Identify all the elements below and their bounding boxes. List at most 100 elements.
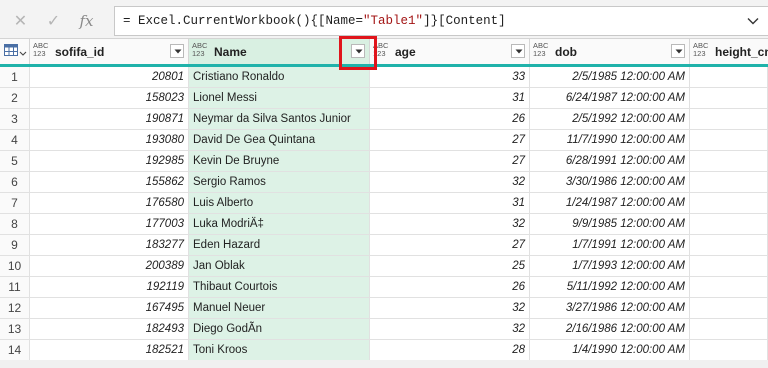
cell-name[interactable]: Lionel Messi [189, 88, 370, 109]
row-number[interactable]: 4 [0, 130, 30, 151]
cell-dob[interactable]: 9/9/1985 12:00:00 AM [530, 214, 690, 235]
cell-age[interactable]: 32 [370, 214, 530, 235]
cell-name[interactable]: Thibaut Courtois [189, 277, 370, 298]
table-row[interactable]: 6 155862 Sergio Ramos 32 3/30/1986 12:00:00 … [0, 172, 768, 193]
cell-name[interactable]: Jan Oblak [189, 256, 370, 277]
table-row[interactable]: 12 167495 Manuel Neuer 32 3/27/1986 12:00:00… [0, 298, 768, 319]
column-header-height-cm[interactable]: ABC123 height_cm [690, 39, 768, 64]
cell-name[interactable]: Neymar da Silva Santos Junior [189, 109, 370, 130]
table-row[interactable]: 9 183277 Eden Hazard 27 1/7/1991 12:00:00 AM [0, 235, 768, 256]
table-row[interactable]: 5 192985 Kevin De Bruyne 27 6/28/1991 12:00:… [0, 151, 768, 172]
cell-dob[interactable]: 2/5/1985 12:00:00 AM [530, 67, 690, 88]
table-menu-button[interactable] [0, 39, 30, 64]
cell-height-cm[interactable] [690, 88, 768, 109]
row-number[interactable]: 8 [0, 214, 30, 235]
cell-age[interactable]: 26 [370, 277, 530, 298]
cell-height-cm[interactable] [690, 67, 768, 88]
cell-age[interactable]: 27 [370, 130, 530, 151]
cell-age[interactable]: 27 [370, 235, 530, 256]
cell-height-cm[interactable] [690, 256, 768, 277]
cell-sofifa-id[interactable]: 192119 [30, 277, 189, 298]
formula-text[interactable]: = Excel.CurrentWorkbook(){[Name="Table1"… [123, 14, 506, 28]
row-number[interactable]: 10 [0, 256, 30, 277]
cell-sofifa-id[interactable]: 155862 [30, 172, 189, 193]
row-number[interactable]: 9 [0, 235, 30, 256]
cell-height-cm[interactable] [690, 319, 768, 340]
cell-sofifa-id[interactable]: 192985 [30, 151, 189, 172]
cell-height-cm[interactable] [690, 130, 768, 151]
cell-dob[interactable]: 2/5/1992 12:00:00 AM [530, 109, 690, 130]
cell-sofifa-id[interactable]: 158023 [30, 88, 189, 109]
filter-dropdown-button[interactable] [671, 44, 685, 58]
fx-icon[interactable]: fx [70, 12, 103, 30]
cell-name[interactable]: Manuel Neuer [189, 298, 370, 319]
any-type-icon[interactable]: ABC 123 [693, 42, 708, 58]
row-number[interactable]: 3 [0, 109, 30, 130]
table-row[interactable]: 2 158023 Lionel Messi 31 6/24/1987 12:00:00 … [0, 88, 768, 109]
cell-dob[interactable]: 6/24/1987 12:00:00 AM [530, 88, 690, 109]
table-row[interactable]: 11 192119 Thibaut Courtois 26 5/11/1992 12:0… [0, 277, 768, 298]
cell-name[interactable]: Sergio Ramos [189, 172, 370, 193]
cell-name[interactable]: Cristiano Ronaldo [189, 67, 370, 88]
cell-age[interactable]: 32 [370, 319, 530, 340]
row-number[interactable]: 1 [0, 67, 30, 88]
cell-height-cm[interactable] [690, 172, 768, 193]
cell-sofifa-id[interactable]: 167495 [30, 298, 189, 319]
cell-height-cm[interactable] [690, 151, 768, 172]
filter-dropdown-button[interactable] [511, 44, 525, 58]
row-number[interactable]: 7 [0, 193, 30, 214]
cell-age[interactable]: 32 [370, 298, 530, 319]
cell-dob[interactable]: 3/30/1986 12:00:00 AM [530, 172, 690, 193]
cell-height-cm[interactable] [690, 109, 768, 130]
table-row[interactable]: 14 182521 Toni Kroos 28 1/4/1990 12:00:00 AM [0, 340, 768, 360]
cell-dob[interactable]: 2/16/1986 12:00:00 AM [530, 319, 690, 340]
cell-name[interactable]: Diego GodÃn [189, 319, 370, 340]
close-icon[interactable]: ✕ [4, 11, 37, 31]
cell-height-cm[interactable] [690, 298, 768, 319]
cell-sofifa-id[interactable]: 182521 [30, 340, 189, 360]
cell-name[interactable]: Kevin De Bruyne [189, 151, 370, 172]
row-number[interactable]: 11 [0, 277, 30, 298]
table-row[interactable]: 10 200389 Jan Oblak 25 1/7/1993 12:00:00 AM [0, 256, 768, 277]
cell-dob[interactable]: 11/7/1990 12:00:00 AM [530, 130, 690, 151]
cell-age[interactable]: 26 [370, 109, 530, 130]
cell-age[interactable]: 31 [370, 193, 530, 214]
row-number[interactable]: 5 [0, 151, 30, 172]
column-header-age[interactable]: ABC 123 age [370, 39, 530, 64]
any-type-icon[interactable]: ABC 123 [192, 42, 207, 58]
cell-sofifa-id[interactable]: 20801 [30, 67, 189, 88]
cell-age[interactable]: 27 [370, 151, 530, 172]
row-number[interactable]: 12 [0, 298, 30, 319]
cell-sofifa-id[interactable]: 177003 [30, 214, 189, 235]
row-number[interactable]: 6 [0, 172, 30, 193]
cell-height-cm[interactable] [690, 193, 768, 214]
table-row[interactable]: 13 182493 Diego GodÃn 32 2/16/1986 12:00:00 … [0, 319, 768, 340]
cell-age[interactable]: 25 [370, 256, 530, 277]
cell-age[interactable]: 32 [370, 172, 530, 193]
filter-dropdown-button[interactable] [170, 44, 184, 58]
table-row[interactable]: 3 190871 Neymar da Silva Santos Junior 26 2/… [0, 109, 768, 130]
row-number[interactable]: 13 [0, 319, 30, 340]
cell-dob[interactable]: 1/24/1987 12:00:00 AM [530, 193, 690, 214]
cell-sofifa-id[interactable]: 190871 [30, 109, 189, 130]
cell-dob[interactable]: 5/11/1992 12:00:00 AM [530, 277, 690, 298]
cell-sofifa-id[interactable]: 182493 [30, 319, 189, 340]
row-number[interactable]: 2 [0, 88, 30, 109]
cell-dob[interactable]: 1/7/1991 12:00:00 AM [530, 235, 690, 256]
cell-dob[interactable]: 3/27/1986 12:00:00 AM [530, 298, 690, 319]
table-row[interactable]: 8 177003 Luka ModriÄ‡ 32 9/9/1985 12:00:00 A… [0, 214, 768, 235]
cell-sofifa-id[interactable]: 183277 [30, 235, 189, 256]
any-type-icon[interactable]: ABC 123 [533, 42, 548, 58]
cell-height-cm[interactable] [690, 235, 768, 256]
cell-name[interactable]: Eden Hazard [189, 235, 370, 256]
cell-height-cm[interactable] [690, 340, 768, 360]
cell-height-cm[interactable] [690, 214, 768, 235]
cell-age[interactable]: 31 [370, 88, 530, 109]
chevron-down-icon[interactable] [746, 14, 760, 28]
column-header-sofifa-id[interactable]: ABC 123 sofifa_id [30, 39, 189, 64]
cell-name[interactable]: Luis Alberto [189, 193, 370, 214]
any-type-icon[interactable]: ABC 123 [33, 42, 48, 58]
cell-dob[interactable]: 1/7/1993 12:00:00 AM [530, 256, 690, 277]
check-icon[interactable]: ✓ [37, 11, 70, 31]
column-header-dob[interactable]: ABC 123 dob [530, 39, 690, 64]
